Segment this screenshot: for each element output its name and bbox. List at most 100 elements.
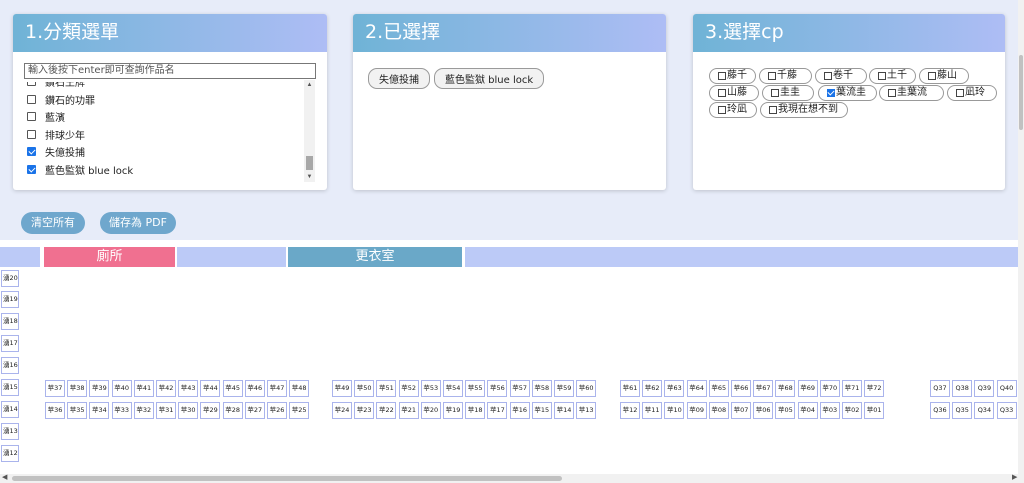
search-input[interactable]: 輸入後按下enter即可查詢作品名	[24, 63, 316, 79]
seat[interactable]: 苹66	[731, 380, 751, 397]
seat[interactable]: 苹40	[111, 380, 132, 397]
seat[interactable]: 苹04	[797, 402, 818, 419]
seat[interactable]: 苹11	[642, 402, 663, 419]
seat[interactable]: 苹23	[354, 402, 375, 419]
seat[interactable]: 苹57	[509, 380, 530, 397]
cp-option[interactable]: 圭葉流	[879, 85, 944, 101]
seat[interactable]: 苹19	[443, 402, 463, 419]
seat[interactable]: 苹71	[842, 380, 862, 397]
seat[interactable]: 苹06	[753, 402, 774, 419]
seat[interactable]: 苹63	[664, 380, 685, 397]
cp-checkbox[interactable]	[718, 106, 726, 114]
seat[interactable]: 苹12	[620, 402, 640, 419]
seat[interactable]: 苹17	[487, 402, 508, 419]
seat[interactable]: 苹34	[89, 402, 110, 419]
cp-checkbox[interactable]	[824, 72, 832, 80]
scroll-right-icon[interactable]: ▶	[1012, 473, 1017, 481]
seat[interactable]: Q34	[974, 402, 995, 419]
scrollbar-thumb[interactable]	[1019, 55, 1023, 130]
cp-checkbox[interactable]	[888, 89, 896, 97]
cp-checkbox[interactable]	[718, 89, 726, 97]
seat[interactable]: Q40	[996, 380, 1017, 397]
cp-option[interactable]: 藤山	[919, 68, 969, 84]
seat[interactable]: 苹08	[708, 402, 729, 419]
seat[interactable]: 苹10	[664, 402, 685, 419]
cp-checkbox[interactable]	[956, 89, 964, 97]
seat[interactable]: 苹68	[775, 380, 796, 397]
seat[interactable]: 苹42	[156, 380, 176, 397]
seat[interactable]: 苹47	[267, 380, 287, 397]
scrollbar-thumb[interactable]	[12, 476, 562, 481]
page-horizontal-scrollbar[interactable]: ◀ ▶	[0, 474, 1024, 483]
seat[interactable]: 苹20	[420, 402, 441, 419]
seat[interactable]: 苹27	[244, 402, 265, 419]
seat[interactable]: 苹65	[708, 380, 729, 397]
category-checkbox[interactable]	[27, 164, 36, 174]
seat[interactable]: 苹13	[576, 402, 597, 419]
category-list-scrollbar[interactable]: ▲ ▼	[304, 80, 315, 182]
cp-option[interactable]: 我現在想不到	[760, 102, 848, 118]
save-pdf-button[interactable]: 儲存為 PDF	[100, 212, 176, 234]
seat[interactable]: 苹51	[376, 380, 397, 397]
seat[interactable]: 苹01	[864, 402, 885, 419]
category-item[interactable]: 鑽石的功罪	[27, 91, 314, 109]
seat[interactable]: 苹39	[89, 380, 110, 397]
cp-checkbox[interactable]	[718, 72, 726, 80]
cp-checkbox[interactable]	[878, 72, 886, 80]
seat[interactable]: Q37	[930, 380, 950, 397]
seat[interactable]: 苹52	[398, 380, 419, 397]
seat[interactable]: 苹03	[819, 402, 840, 419]
seat[interactable]: 苹37	[45, 380, 65, 397]
category-checkbox[interactable]	[27, 129, 36, 139]
cp-option[interactable]: 凪玲	[947, 85, 997, 101]
category-checkbox[interactable]	[27, 147, 36, 157]
category-item[interactable]: 藍色監獄 blue lock	[27, 161, 314, 179]
category-item[interactable]: 排球少年	[27, 126, 314, 144]
seat[interactable]: 苹31	[156, 402, 176, 419]
cp-checkbox[interactable]	[769, 106, 777, 114]
category-item[interactable]: 藍濱	[27, 108, 314, 126]
seat[interactable]: 苹72	[864, 380, 885, 397]
seat[interactable]: 苹54	[443, 380, 463, 397]
seat[interactable]: 苹09	[686, 402, 707, 419]
seat[interactable]: 苹44	[200, 380, 221, 397]
seat[interactable]: 苹21	[398, 402, 419, 419]
seat[interactable]: 苹07	[731, 402, 751, 419]
cp-checkbox[interactable]	[771, 89, 779, 97]
category-checkbox[interactable]	[27, 112, 36, 122]
seat[interactable]: 苹15	[531, 402, 552, 419]
category-item[interactable]: 失億投捕	[27, 143, 314, 161]
page-vertical-scrollbar[interactable]	[1018, 0, 1024, 474]
scrollbar-thumb[interactable]	[306, 156, 313, 170]
scroll-down-icon[interactable]: ▼	[304, 172, 315, 182]
seat[interactable]: 苹35	[67, 402, 88, 419]
seat[interactable]: 苹56	[487, 380, 508, 397]
cp-option[interactable]: 葉流圭	[818, 85, 877, 101]
seat[interactable]: 苹59	[554, 380, 574, 397]
seat[interactable]: 苹24	[332, 402, 352, 419]
seat[interactable]: 苹70	[819, 380, 840, 397]
cp-checkbox[interactable]	[928, 72, 936, 80]
seat[interactable]: 苹69	[797, 380, 818, 397]
seat[interactable]: 苹67	[753, 380, 774, 397]
seat[interactable]: 苹29	[200, 402, 221, 419]
seat[interactable]: 苹60	[576, 380, 597, 397]
category-checkbox[interactable]	[27, 94, 36, 104]
cp-option[interactable]: 山藤	[709, 85, 759, 101]
scroll-left-icon[interactable]: ◀	[2, 473, 7, 481]
cp-option[interactable]: 土千	[869, 68, 916, 84]
seat[interactable]: Q39	[974, 380, 995, 397]
seat[interactable]: Q35	[952, 402, 973, 419]
cp-checkbox[interactable]	[827, 89, 835, 97]
seat[interactable]: 苹30	[178, 402, 199, 419]
seat[interactable]: 苹43	[178, 380, 199, 397]
seat[interactable]: 苹55	[465, 380, 486, 397]
seat[interactable]: Q38	[952, 380, 973, 397]
seat[interactable]: 苹41	[133, 380, 154, 397]
clear-all-button[interactable]: 清空所有	[21, 212, 85, 234]
seat[interactable]: 苹32	[133, 402, 154, 419]
seat[interactable]: 苹33	[111, 402, 132, 419]
seat[interactable]: 苹05	[775, 402, 796, 419]
seat[interactable]: Q36	[930, 402, 950, 419]
cp-option[interactable]: 千藤	[759, 68, 812, 84]
